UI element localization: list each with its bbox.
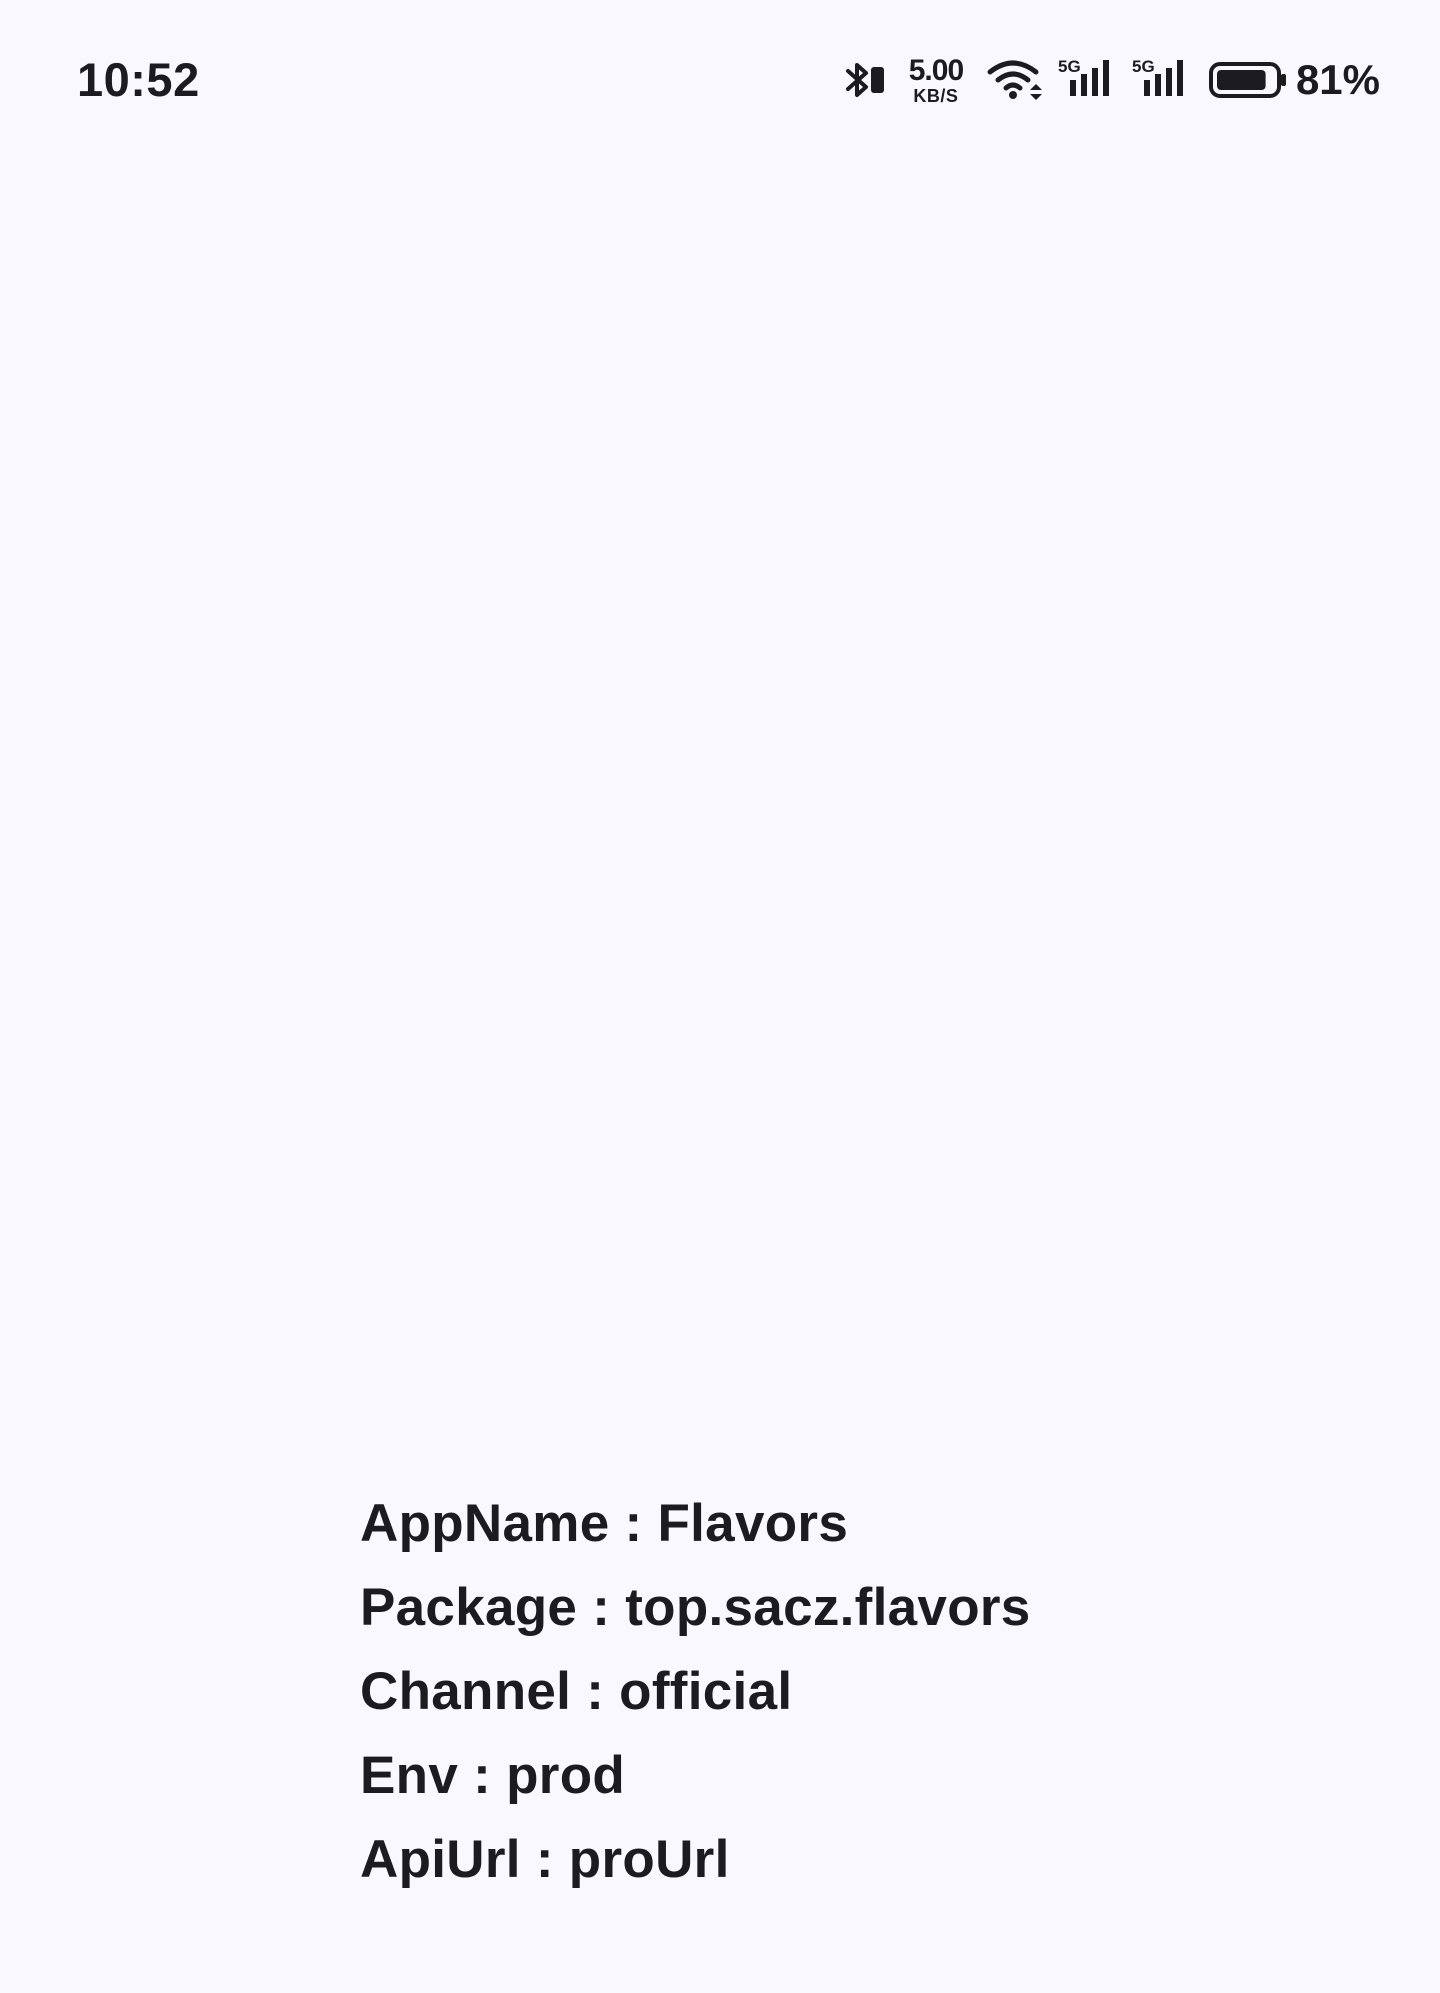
battery-level-fill (1216, 70, 1266, 90)
bluetooth-icon (842, 56, 888, 104)
battery-percent: 81% (1295, 56, 1380, 103)
flavor-info: AppName : Flavors Package : top.sacz.fla… (360, 1482, 1260, 1902)
battery-icon (1208, 56, 1288, 104)
channel-text: Channel : official (360, 1662, 793, 1721)
network-speed-unit: KB/S (913, 85, 959, 106)
app-name-text: AppName : Flavors (360, 1494, 849, 1553)
status-time: 10:52 (77, 53, 200, 106)
signal-2-label: 5G (1132, 57, 1155, 76)
signal-icon: 5G (1130, 56, 1190, 104)
api-url-text: ApiUrl : proUrl (360, 1830, 730, 1889)
wifi-icon (986, 56, 1046, 104)
status-icons: 5.00 KB/S 5G 5G 81% (842, 52, 1380, 108)
status-bar: 10:52 5.00 KB/S 5G 5G 81% (0, 0, 1440, 160)
signal-icon: 5G (1056, 56, 1116, 104)
package-text: Package : top.sacz.flavors (360, 1578, 1031, 1637)
env-text: Env : prod (360, 1746, 626, 1805)
network-speed-value: 5.00 (908, 53, 964, 87)
signal-1-label: 5G (1058, 57, 1081, 76)
network-speed: 5.00 KB/S (900, 53, 972, 106)
